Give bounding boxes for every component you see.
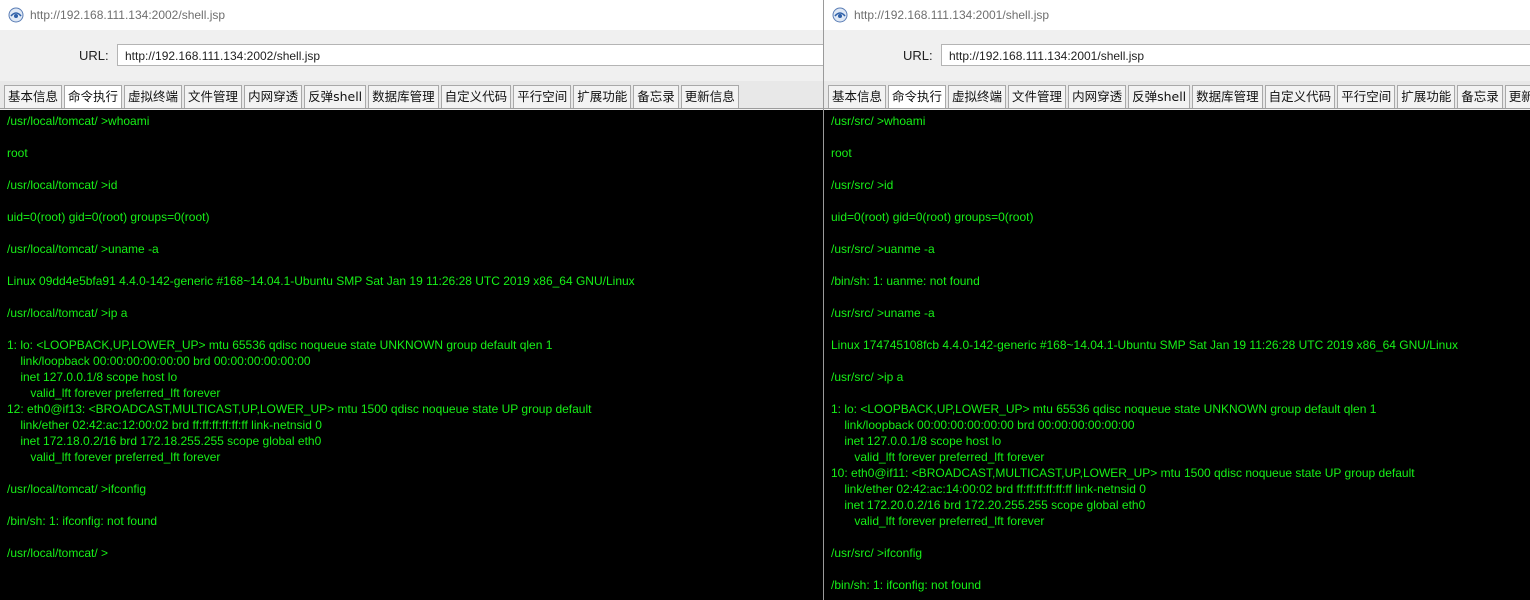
window-titlebar[interactable]: http://192.168.111.134:2002/shell.jsp — [0, 0, 823, 30]
terminal-line: valid_lft forever preferred_lft forever — [831, 514, 1045, 528]
terminal-line: link/ether 02:42:ac:12:00:02 brd ff:ff:f… — [7, 418, 322, 432]
tab-list: 基本信息 命令执行 虚拟终端 文件管理 内网穿透 反弹shell 数据库管理 自定义代码 平行空… — [828, 85, 1530, 108]
tab-custom-code[interactable]: 自定义代码 — [440, 85, 512, 108]
tab-extensions[interactable]: 扩展功能 — [573, 85, 632, 108]
terminal-line: root — [7, 146, 28, 160]
terminal-line: 1: lo: <LOOPBACK,UP,LOWER_UP> mtu 65536 … — [7, 338, 553, 352]
tab-file-manager[interactable]: 文件管理 — [1008, 85, 1067, 108]
tab-reverse-shell[interactable]: 反弹shell — [1128, 85, 1191, 108]
url-row: URL: http://192.168.111.134:2001/shell.j… — [824, 30, 1530, 81]
terminal-line: uid=0(root) gid=0(root) groups=0(root) — [7, 210, 210, 224]
url-label: URL: — [903, 48, 933, 63]
terminal-line: /usr/src/ >id — [831, 178, 894, 192]
tab-command-exec[interactable]: 命令执行 — [888, 85, 947, 108]
url-input[interactable]: http://192.168.111.134:2002/shell.jsp — [117, 44, 823, 66]
terminal-line: Linux 09dd4e5bfa91 4.4.0-142-generic #16… — [7, 274, 635, 288]
tab-list: 基本信息 命令执行 虚拟终端 文件管理 内网穿透 反弹shell 数据库管理 自定义代码 平行空… — [4, 85, 741, 108]
url-row: URL: http://192.168.111.134:2002/shell.j… — [0, 30, 823, 81]
tab-basic-info[interactable]: 基本信息 — [828, 85, 887, 108]
terminal-line: /usr/local/tomcat/ >whoami — [7, 114, 150, 128]
app-icon — [832, 7, 848, 23]
tab-reverse-shell[interactable]: 反弹shell — [304, 85, 367, 108]
url-label: URL: — [79, 48, 109, 63]
tab-basic-info[interactable]: 基本信息 — [4, 85, 63, 108]
tab-virtual-terminal[interactable]: 虚拟终端 — [124, 85, 183, 108]
terminal-line: link/loopback 00:00:00:00:00:00 brd 00:0… — [7, 354, 311, 368]
function-tabbar: 基本信息 命令执行 虚拟终端 文件管理 内网穿透 反弹shell 数据库管理 自定义代码 平行空… — [0, 81, 823, 109]
terminal-line: /usr/src/ >whoami — [831, 114, 926, 128]
terminal-line: /usr/local/tomcat/ >ifconfig — [7, 482, 147, 496]
terminal-output[interactable]: /usr/src/ >whoami root/usr/src/ >id uid=0(… — [824, 110, 1530, 600]
app-icon — [8, 7, 24, 23]
terminal-line: valid_lft forever preferred_lft forever — [831, 450, 1045, 464]
terminal-line: Linux 174745108fcb 4.4.0-142-generic #16… — [831, 338, 1458, 352]
terminal-line: valid_lft forever preferred_lft forever — [7, 386, 221, 400]
tab-memo[interactable]: 备忘录 — [633, 85, 679, 108]
tab-virtual-terminal[interactable]: 虚拟终端 — [948, 85, 1007, 108]
terminal-output[interactable]: /usr/local/tomcat/ >whoami root/usr/local… — [0, 110, 823, 600]
terminal-line: 1: lo: <LOOPBACK,UP,LOWER_UP> mtu 65536 … — [831, 402, 1377, 416]
terminal-line: inet 127.0.0.1/8 scope host lo — [831, 434, 1002, 448]
tab-database-manager[interactable]: 数据库管理 — [1192, 85, 1263, 108]
terminal-line: /usr/local/tomcat/ >ip a — [7, 306, 128, 320]
terminal-line: link/loopback 00:00:00:00:00:00 brd 00:0… — [831, 418, 1135, 432]
terminal-line: root — [831, 146, 852, 160]
tab-extensions[interactable]: 扩展功能 — [1397, 85, 1456, 108]
function-tabbar: 基本信息 命令执行 虚拟终端 文件管理 内网穿透 反弹shell 数据库管理 自定义代码 平行空… — [824, 81, 1530, 109]
terminal-line: inet 127.0.0.1/8 scope host lo — [7, 370, 178, 384]
terminal-line: /usr/src/ >uname -a — [831, 306, 935, 320]
url-input[interactable]: http://192.168.111.134:2001/shell.jsp — [941, 44, 1530, 66]
terminal-line: /usr/local/tomcat/ >id — [7, 178, 118, 192]
terminal-line: inet 172.18.0.2/16 brd 172.18.255.255 sc… — [7, 434, 322, 448]
terminal-line: /usr/src/ >uanme -a — [831, 242, 935, 256]
terminal-line: uid=0(root) gid=0(root) groups=0(root) — [831, 210, 1034, 224]
tab-memo[interactable]: 备忘录 — [1457, 85, 1503, 108]
terminal-line: /bin/sh: 1: ifconfig: not found — [7, 514, 158, 528]
terminal-line: /bin/sh: 1: uanme: not found — [831, 274, 980, 288]
tab-intranet-tunnel[interactable]: 内网穿透 — [244, 85, 303, 108]
shell-window-2002: http://192.168.111.134:2002/shell.jsp UR… — [0, 0, 823, 600]
terminal-line: /usr/local/tomcat/ >uname -a — [7, 242, 159, 256]
tab-parallel-space[interactable]: 平行空间 — [513, 85, 572, 108]
tab-command-exec[interactable]: 命令执行 — [64, 85, 123, 108]
tab-parallel-space[interactable]: 平行空间 — [1337, 85, 1396, 108]
terminal-line: valid_lft forever preferred_lft forever — [7, 450, 221, 464]
window-title: http://192.168.111.134:2001/shell.jsp — [854, 8, 1050, 22]
tab-database-manager[interactable]: 数据库管理 — [368, 85, 439, 108]
terminal-line: 12: eth0@if13: <BROADCAST,MULTICAST,UP,L… — [7, 402, 592, 416]
tab-update-info[interactable]: 更新 — [1504, 85, 1530, 108]
terminal-line: inet 172.20.0.2/16 brd 172.20.255.255 sc… — [831, 498, 1146, 512]
tab-custom-code[interactable]: 自定义代码 — [1264, 85, 1336, 108]
terminal-line: 10: eth0@if11: <BROADCAST,MULTICAST,UP,L… — [831, 466, 1415, 480]
window-title: http://192.168.111.134:2002/shell.jsp — [30, 8, 226, 22]
terminal-line: /usr/src/ >ifconfig — [831, 546, 923, 560]
shell-window-2001: http://192.168.111.134:2001/shell.jsp UR… — [823, 0, 1530, 600]
tab-intranet-tunnel[interactable]: 内网穿透 — [1068, 85, 1127, 108]
tab-update-info[interactable]: 更新信息 — [680, 85, 739, 108]
terminal-line: /bin/sh: 1: ifconfig: not found — [831, 578, 982, 592]
terminal-line: /usr/src/ >ip a — [831, 370, 904, 384]
terminal-line: link/ether 02:42:ac:14:00:02 brd ff:ff:f… — [831, 482, 1146, 496]
terminal-line: /usr/local/tomcat/ > — [7, 546, 109, 560]
window-titlebar[interactable]: http://192.168.111.134:2001/shell.jsp — [824, 0, 1530, 30]
tab-file-manager[interactable]: 文件管理 — [184, 85, 243, 108]
